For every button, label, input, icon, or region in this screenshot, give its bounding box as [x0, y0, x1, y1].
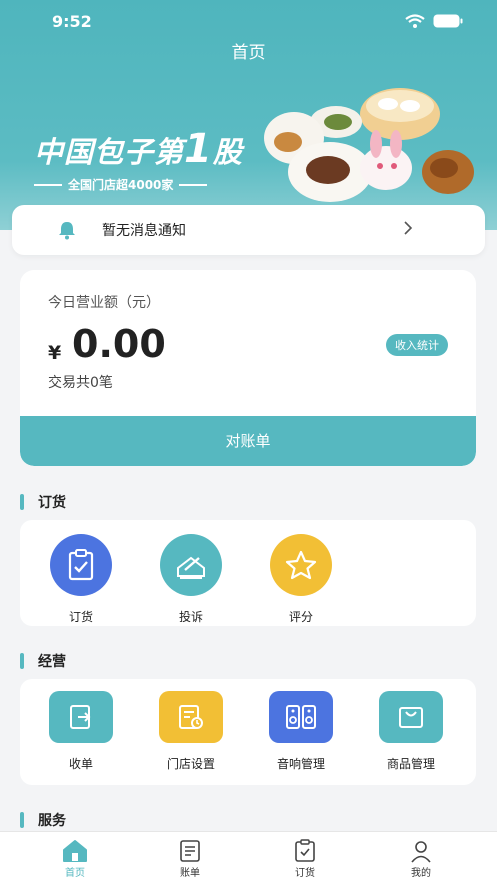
document-icon: [150, 838, 230, 864]
revenue-amount: 0.00: [72, 322, 166, 366]
complaint-label: 投诉: [178, 610, 203, 624]
steamed-buns-image: [264, 88, 474, 202]
pen-envelope-icon: [160, 534, 222, 596]
rating-button[interactable]: 评分: [256, 534, 346, 625]
status-bar: 9:52: [0, 12, 497, 34]
speaker-icon: [269, 691, 333, 743]
income-stats-button[interactable]: 收入统计: [386, 334, 448, 356]
banner-title-prefix: 中国包子第: [34, 135, 185, 169]
section-service-label: 服务: [38, 813, 66, 829]
header-banner: 9:52 首页 中国包子第1股 全国门店超4000家: [0, 0, 497, 230]
status-time: 9:52: [52, 12, 92, 31]
bell-icon: [59, 222, 75, 240]
speaker-label: 音响管理: [276, 757, 325, 771]
tab-order-label: 订货: [295, 868, 315, 879]
tab-bills-label: 账单: [180, 868, 200, 879]
banner-slogan: 中国包子第1股 全国门店超4000家: [34, 126, 243, 193]
speaker-button[interactable]: 音响管理: [256, 691, 346, 772]
store-settings-icon: [159, 691, 223, 743]
notification-text: 暂无消息通知: [102, 223, 186, 239]
section-order-label: 订货: [38, 495, 66, 511]
home-icon: [35, 838, 115, 864]
banner-title-number: 1: [184, 126, 213, 172]
store-settings-label: 门店设置: [166, 757, 215, 771]
complaint-button[interactable]: 投诉: [146, 534, 236, 625]
clipboard-icon: [265, 838, 345, 864]
receipt-label: 收单: [68, 757, 93, 771]
chevron-right-icon: [404, 221, 413, 235]
reconcile-button[interactable]: 对账单: [20, 416, 476, 466]
ops-panel: 收单 门店设置 音响管理 商品管理: [20, 679, 476, 785]
rating-label: 评分: [288, 610, 313, 624]
star-icon: [270, 534, 332, 596]
revenue-label: 今日营业额（元）: [48, 295, 160, 311]
bag-icon: [379, 691, 443, 743]
tab-order[interactable]: 订货: [265, 838, 345, 879]
tab-bills[interactable]: 账单: [150, 838, 230, 879]
currency-symbol: ¥: [48, 342, 62, 364]
wifi-icon: [405, 14, 425, 28]
clipboard-check-icon: [50, 534, 112, 596]
notification-bar[interactable]: 暂无消息通知: [12, 205, 485, 255]
bottom-tab-bar: 首页 账单 订货 我的: [0, 831, 497, 883]
order-label: 订货: [68, 610, 93, 624]
section-title-service: 服务: [20, 810, 66, 830]
page-title: 首页: [231, 43, 266, 63]
order-panel: 订货 投诉 评分: [20, 520, 476, 626]
revenue-card: 今日营业额（元） ¥ 0.00 交易共0笔 收入统计 对账单: [20, 270, 476, 466]
transaction-count: 交易共0笔: [48, 375, 113, 391]
section-title-order: 订货: [20, 492, 66, 512]
banner-subtitle: 全国门店超4000家: [68, 178, 174, 192]
order-button[interactable]: 订货: [36, 534, 126, 625]
banner-title-suffix: 股: [212, 135, 243, 169]
tab-home[interactable]: 首页: [35, 838, 115, 879]
section-title-ops: 经营: [20, 651, 66, 671]
receipt-button[interactable]: 收单: [36, 691, 126, 772]
tab-home-label: 首页: [65, 868, 85, 879]
receipt-icon: [49, 691, 113, 743]
battery-icon: [433, 14, 463, 28]
product-management-button[interactable]: 商品管理: [366, 691, 456, 772]
product-management-label: 商品管理: [386, 757, 435, 771]
tab-mine-label: 我的: [411, 868, 431, 879]
user-icon: [381, 838, 461, 864]
section-ops-label: 经营: [38, 654, 66, 670]
store-settings-button[interactable]: 门店设置: [146, 691, 236, 772]
tab-mine[interactable]: 我的: [381, 838, 461, 879]
